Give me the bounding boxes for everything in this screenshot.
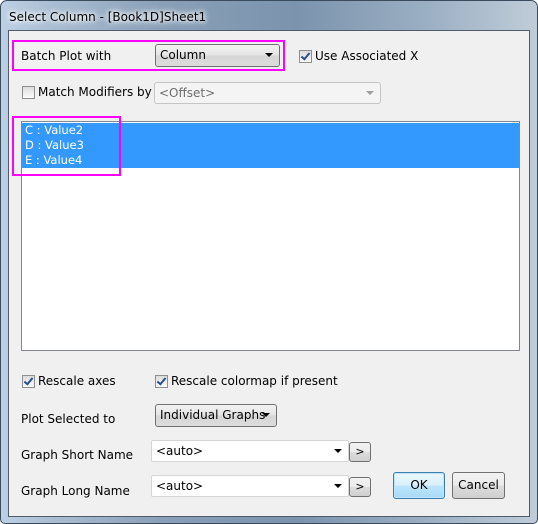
graph-short-name-label: Graph Short Name bbox=[21, 448, 134, 462]
use-associated-x-label[interactable]: Use Associated X bbox=[315, 49, 418, 63]
graph-long-name-value: <auto> bbox=[156, 479, 204, 493]
arrow-right-icon: > bbox=[355, 445, 365, 458]
graph-short-name-more-button[interactable]: > bbox=[349, 442, 371, 462]
graph-long-name-label: Graph Long Name bbox=[21, 484, 130, 498]
use-associated-x-checkbox[interactable] bbox=[299, 50, 312, 63]
batch-plot-value: Column bbox=[160, 48, 206, 62]
match-modifiers-dropdown[interactable]: <Offset> bbox=[154, 82, 381, 104]
ok-button[interactable]: OK bbox=[393, 472, 445, 499]
match-modifiers-value: <Offset> bbox=[159, 86, 216, 100]
chevron-down-icon bbox=[366, 91, 374, 95]
dialog-window: Select Column - [Book1D]Sheet1 Batch Plo… bbox=[0, 0, 538, 524]
plot-selected-to-label: Plot Selected to bbox=[21, 412, 116, 426]
rescale-colormap-checkbox[interactable] bbox=[155, 375, 168, 388]
cancel-button[interactable]: Cancel bbox=[452, 472, 505, 499]
batch-plot-dropdown[interactable]: Column bbox=[155, 44, 280, 67]
dialog-client-area: Batch Plot with Column Use Associated X … bbox=[8, 30, 530, 517]
match-modifiers-label[interactable]: Match Modifiers by bbox=[38, 85, 152, 99]
plot-selected-to-value: Individual Graphs bbox=[160, 408, 266, 422]
match-modifiers-checkbox[interactable] bbox=[22, 86, 35, 99]
graph-short-name-value: <auto> bbox=[156, 444, 204, 458]
arrow-right-icon: > bbox=[355, 480, 365, 493]
window-title: Select Column - [Book1D]Sheet1 bbox=[9, 10, 207, 24]
rescale-colormap-label[interactable]: Rescale colormap if present bbox=[171, 374, 338, 388]
column-list-highlight-box bbox=[12, 116, 121, 176]
chevron-down-icon bbox=[262, 413, 270, 417]
chevron-down-icon bbox=[265, 53, 273, 57]
graph-short-name-combobox[interactable]: <auto> bbox=[151, 440, 349, 462]
plot-selected-to-dropdown[interactable]: Individual Graphs bbox=[155, 404, 277, 427]
chevron-down-icon bbox=[334, 484, 342, 488]
rescale-axes-label[interactable]: Rescale axes bbox=[38, 374, 116, 388]
rescale-axes-checkbox[interactable] bbox=[22, 375, 35, 388]
graph-long-name-combobox[interactable]: <auto> bbox=[151, 475, 349, 497]
graph-long-name-more-button[interactable]: > bbox=[349, 477, 371, 497]
batch-plot-label: Batch Plot with bbox=[21, 49, 112, 63]
chevron-down-icon bbox=[334, 449, 342, 453]
